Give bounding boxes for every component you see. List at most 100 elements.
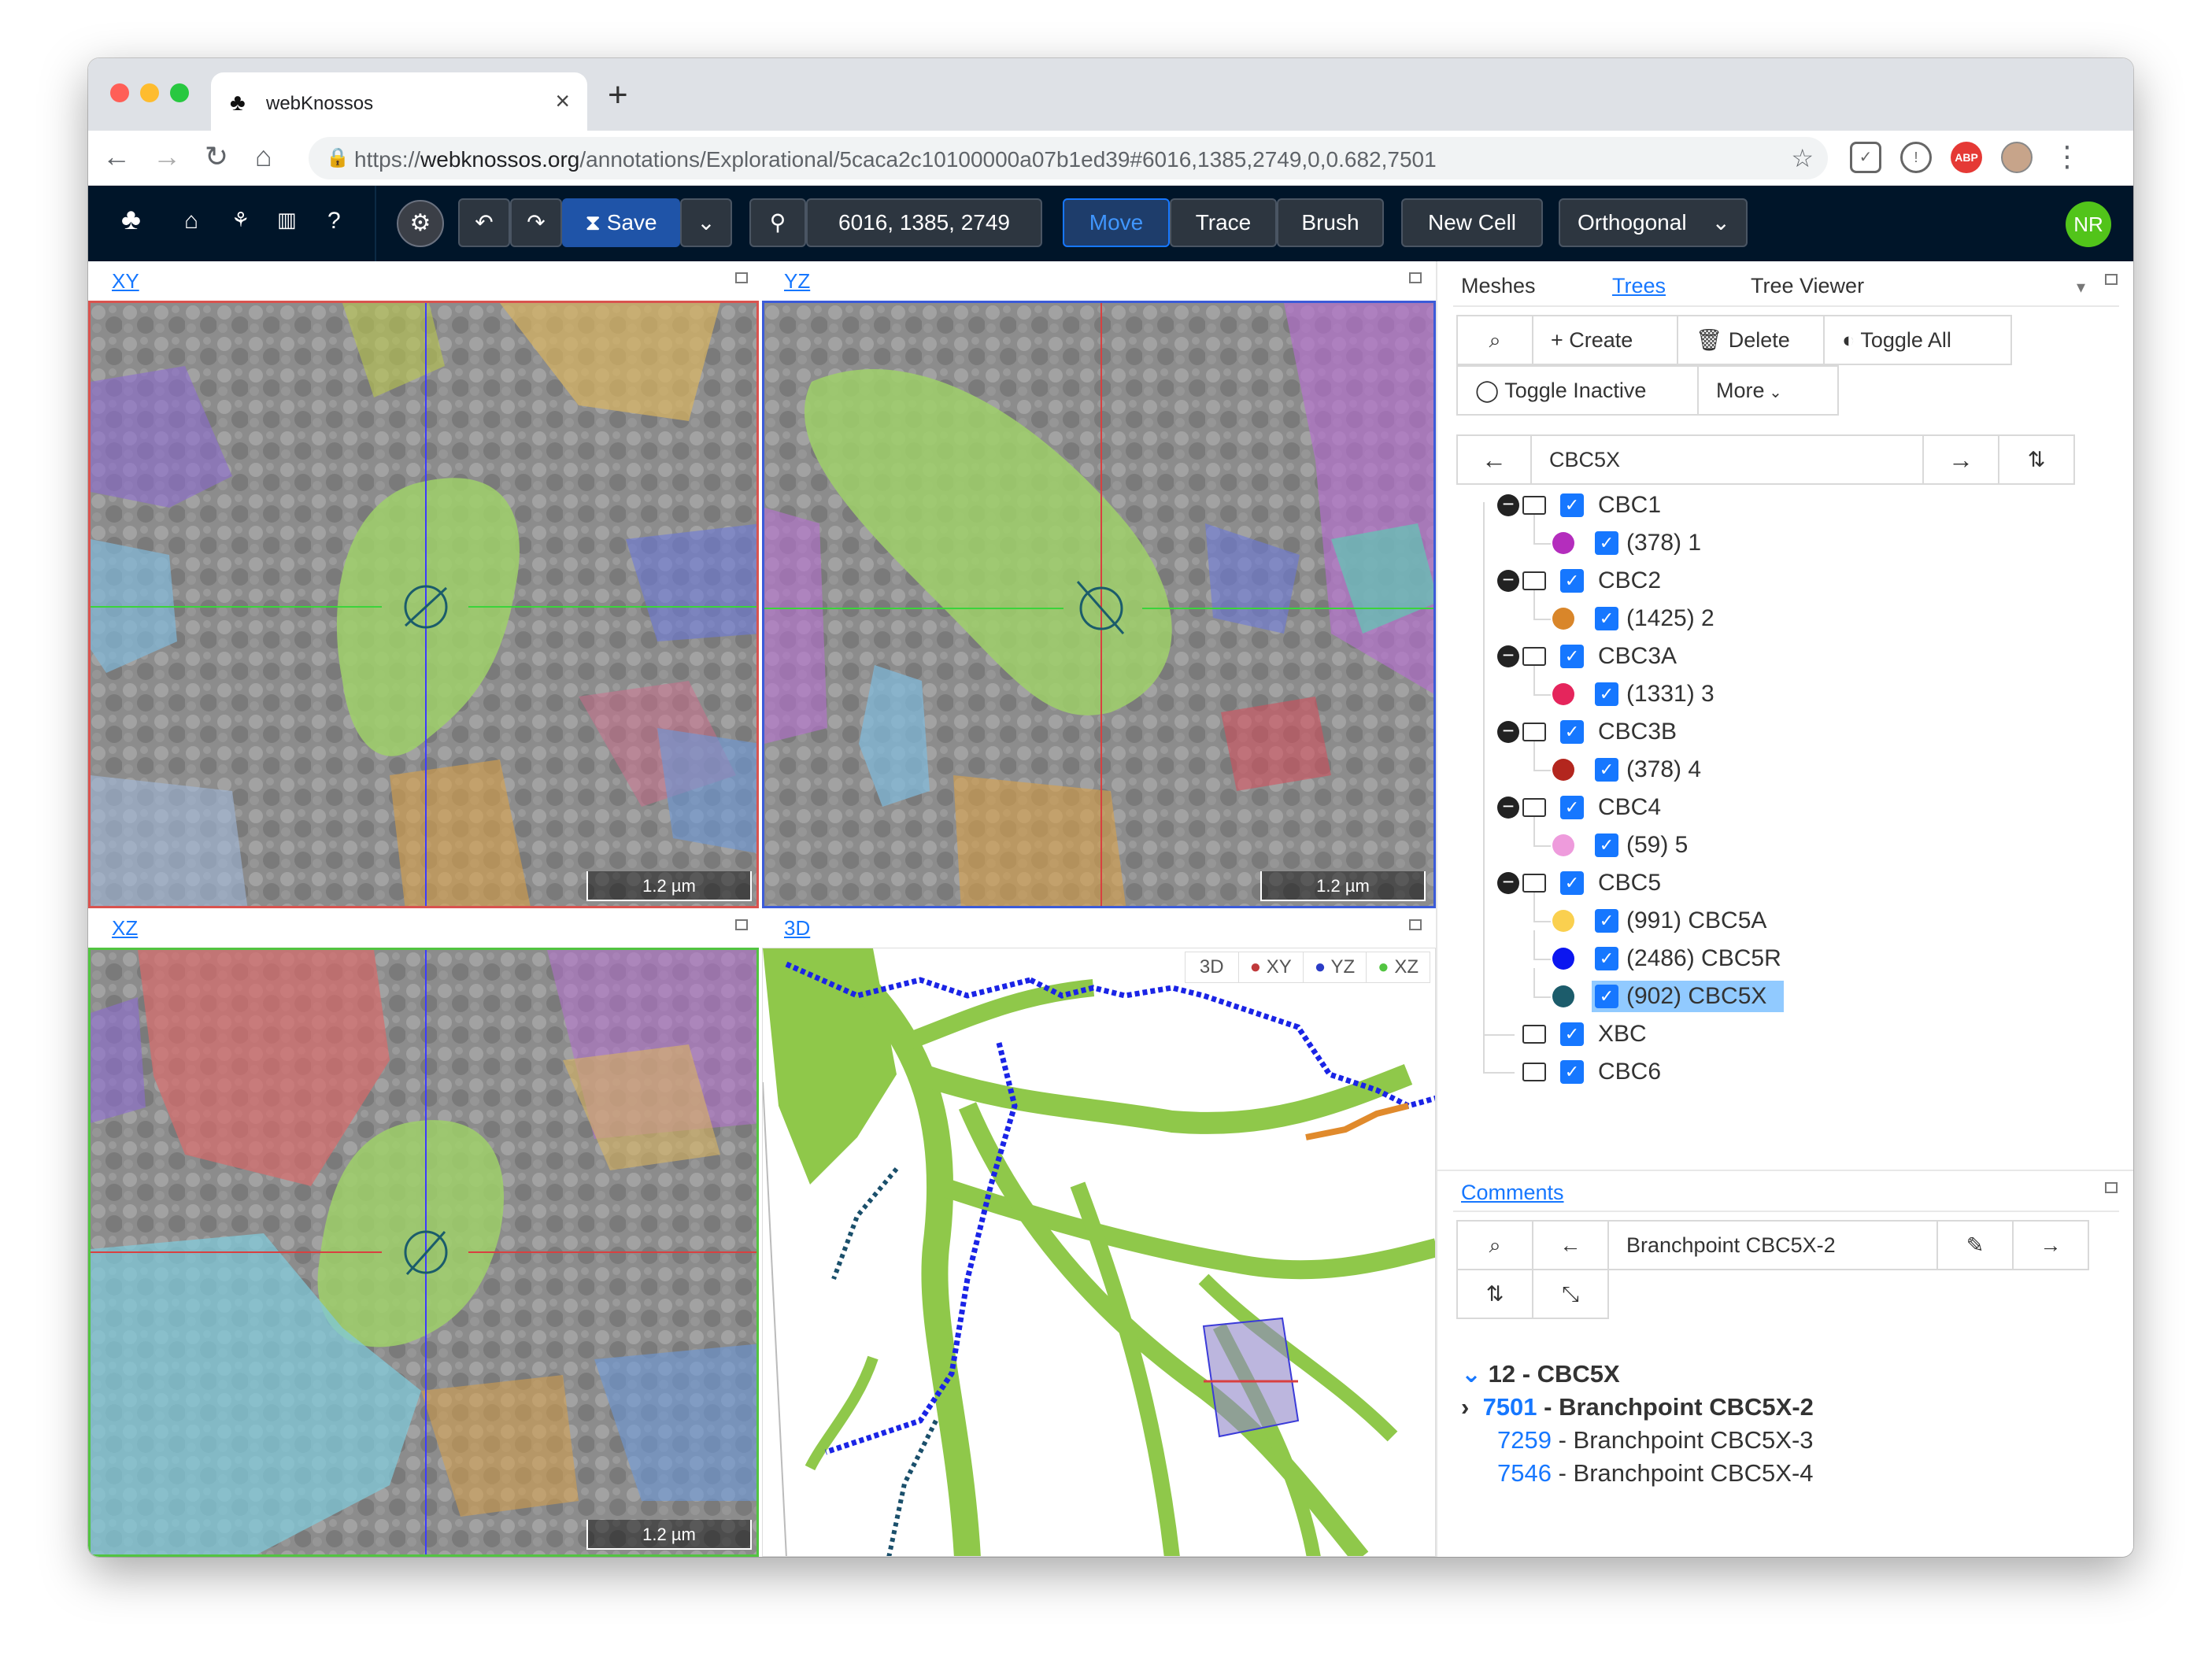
redo-button[interactable]: ↷ <box>510 198 562 247</box>
tab-comments[interactable]: Comments <box>1461 1181 1564 1205</box>
comment-item[interactable]: 7546 - Branchpoint CBC5X-4 <box>1497 1459 1814 1488</box>
tree-group-name[interactable]: CBC6 <box>1598 1055 1661 1089</box>
comment-input[interactable]: Branchpoint CBC5X-2 <box>1607 1220 1938 1270</box>
xz-viewport[interactable]: 1.2 µm <box>88 948 759 1557</box>
minimize-window-button[interactable] <box>140 83 159 102</box>
bookmark-star-icon[interactable]: ☆ <box>1791 143 1814 173</box>
sort-comments-button[interactable]: ⇅ <box>1456 1269 1533 1319</box>
collapse-group-icon[interactable]: − <box>1497 569 1519 592</box>
3d-view-button[interactable]: 3D <box>1186 952 1239 982</box>
yz-viewport-tab[interactable]: YZ <box>784 269 810 294</box>
xz-plane-button[interactable]: ● XZ <box>1367 952 1430 982</box>
yz-viewport[interactable]: 1.2 µm <box>762 301 1436 908</box>
tree-color-dot[interactable] <box>1552 683 1574 705</box>
previous-comment-button[interactable]: ← <box>1532 1220 1609 1270</box>
tree-group-name[interactable]: XBC <box>1598 1017 1647 1052</box>
group-checkbox[interactable]: ✓ <box>1560 871 1584 895</box>
tree-checkbox[interactable]: ✓ <box>1595 985 1618 1008</box>
collapse-group-icon[interactable]: − <box>1497 720 1519 743</box>
view-mode-select[interactable]: Orthogonal ⌄ <box>1559 198 1748 247</box>
home-icon[interactable]: ⌂ <box>255 140 272 173</box>
collapse-group-icon[interactable]: − <box>1497 493 1519 516</box>
comment-item-active[interactable]: › 7501 - Branchpoint CBC5X-2 <box>1461 1393 1814 1421</box>
user-avatar[interactable]: NR <box>2066 201 2111 247</box>
tree-color-dot[interactable] <box>1552 910 1574 932</box>
tree-checkbox[interactable]: ✓ <box>1595 531 1618 555</box>
new-tab-icon[interactable]: + <box>608 76 628 115</box>
collapse-all-button[interactable]: ⤡ <box>1532 1269 1609 1319</box>
next-comment-button[interactable]: → <box>2012 1220 2089 1270</box>
maximize-xz-icon[interactable] <box>735 919 748 930</box>
comment-node-id[interactable]: 7546 <box>1497 1459 1552 1487</box>
3d-viewport[interactable]: 3D ● XY ● YZ ● XZ <box>762 948 1436 1557</box>
collapse-group-icon[interactable]: − <box>1497 645 1519 667</box>
comment-item[interactable]: 7259 - Branchpoint CBC5X-3 <box>1497 1426 1814 1454</box>
comment-tree-header[interactable]: ⌄ 12 - CBC5X <box>1461 1360 1620 1388</box>
close-window-button[interactable] <box>110 83 129 102</box>
tree-item-selected[interactable]: (902) CBC5X <box>1626 979 1766 1014</box>
maximize-yz-icon[interactable] <box>1409 272 1422 283</box>
tree-group-name[interactable]: CBC1 <box>1598 488 1661 523</box>
browser-tab[interactable]: ♣ webKnossos × <box>211 72 587 131</box>
info-extension-icon[interactable]: ! <box>1900 142 1932 173</box>
forward-icon[interactable]: → <box>153 140 181 173</box>
maximize-3d-icon[interactable] <box>1409 919 1422 930</box>
tree-group-name[interactable]: CBC5 <box>1598 866 1661 900</box>
collapse-group-icon[interactable]: − <box>1497 871 1519 894</box>
tree-checkbox[interactable]: ✓ <box>1595 682 1618 706</box>
group-checkbox[interactable]: ✓ <box>1560 1022 1584 1046</box>
adblock-icon[interactable]: ABP <box>1951 142 1982 173</box>
settings-gear-icon[interactable]: ⚙ <box>397 200 444 247</box>
brush-tool-button[interactable]: Brush <box>1277 198 1384 247</box>
tree-group-name[interactable]: CBC2 <box>1598 564 1661 598</box>
xy-viewport-tab[interactable]: XY <box>112 269 139 294</box>
help-icon[interactable]: ? <box>327 208 341 235</box>
undo-button[interactable]: ↶ <box>458 198 510 247</box>
xz-viewport-tab[interactable]: XZ <box>112 916 138 941</box>
close-tab-icon[interactable]: × <box>555 87 570 116</box>
browser-menu-icon[interactable]: ⋮ <box>2053 140 2081 173</box>
search-comments-button[interactable]: ⌕ <box>1456 1220 1533 1270</box>
move-tool-button[interactable]: Move <box>1063 198 1170 247</box>
save-dropdown-button[interactable]: ⌄ <box>680 198 732 247</box>
tree-checkbox[interactable]: ✓ <box>1595 607 1618 630</box>
tree-item[interactable]: (378) 4 <box>1626 752 1701 787</box>
group-checkbox[interactable]: ✓ <box>1560 720 1584 744</box>
tree-checkbox[interactable]: ✓ <box>1595 909 1618 933</box>
trace-tool-button[interactable]: Trace <box>1170 198 1277 247</box>
xy-viewport[interactable]: 1.2 µm <box>88 301 759 908</box>
tree-item[interactable]: (991) CBC5A <box>1626 904 1766 938</box>
tree-checkbox[interactable]: ✓ <box>1595 834 1618 857</box>
webknossos-logo-icon[interactable]: ♣ <box>121 203 141 237</box>
position-input[interactable]: 6016, 1385, 2749 <box>806 198 1042 247</box>
maximize-window-button[interactable] <box>170 83 189 102</box>
tree-group-name[interactable]: CBC3A <box>1598 639 1677 674</box>
group-checkbox[interactable]: ✓ <box>1560 569 1584 593</box>
tree-group-name[interactable]: CBC3B <box>1598 715 1677 749</box>
tree-item[interactable]: (378) 1 <box>1626 526 1701 560</box>
tree-color-dot[interactable] <box>1552 532 1574 554</box>
pin-position-button[interactable]: ⚲ <box>749 198 806 247</box>
back-icon[interactable]: ← <box>102 140 131 173</box>
new-cell-button[interactable]: New Cell <box>1401 198 1543 247</box>
3d-viewport-tab[interactable]: 3D <box>784 916 810 941</box>
tree-color-dot[interactable] <box>1552 985 1574 1007</box>
yz-plane-button[interactable]: ● YZ <box>1304 952 1367 982</box>
tree-group-name[interactable]: CBC4 <box>1598 790 1661 825</box>
statistics-icon[interactable]: ▥ <box>277 208 297 232</box>
comment-node-id[interactable]: 7259 <box>1497 1426 1552 1454</box>
maximize-comments-icon[interactable] <box>2105 1182 2118 1193</box>
home-icon[interactable]: ⌂ <box>184 208 198 235</box>
xy-plane-button[interactable]: ● XY <box>1239 952 1304 982</box>
profile-avatar[interactable] <box>2001 142 2033 173</box>
tree-item[interactable]: (1331) 3 <box>1626 677 1714 712</box>
maximize-xy-icon[interactable] <box>735 272 748 283</box>
group-checkbox[interactable]: ✓ <box>1560 796 1584 819</box>
tree-color-dot[interactable] <box>1552 759 1574 781</box>
layers-icon[interactable]: ⚘ <box>231 208 250 232</box>
edit-comment-button[interactable]: ✎ <box>1936 1220 2014 1270</box>
tree-checkbox[interactable]: ✓ <box>1595 758 1618 782</box>
tree-checkbox[interactable]: ✓ <box>1595 947 1618 970</box>
group-checkbox[interactable]: ✓ <box>1560 1060 1584 1084</box>
url-field[interactable]: 🔒 https://webknossos.org/annotations/Exp… <box>309 137 1828 179</box>
